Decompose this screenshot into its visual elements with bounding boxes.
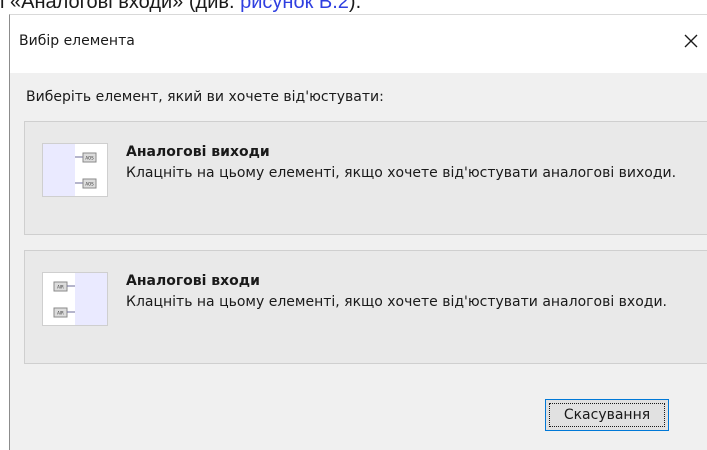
analog-inputs-option[interactable]: AIR AIR Аналогові входи Клацніть на цьом… [24,250,707,364]
thumb-label: AIR [57,285,64,290]
analog-outputs-icon: AOS AOS [42,143,108,197]
document-text-after: ). [348,0,362,13]
thumb-label: AOS [85,156,94,161]
document-text-before: і «Аналогові входи» (див. [0,0,241,13]
option-description: Клацніть на цьому елементі, якщо хочете … [126,294,667,310]
thumb-label: AIR [57,311,64,316]
select-element-dialog: Вибір елемента Виберіть елемент, який ви… [9,14,707,450]
dialog-titlebar: Вибір елемента [10,15,707,73]
close-icon [684,34,698,48]
analog-outputs-option[interactable]: AOS AOS Аналогові виходи Клацніть на цьо… [24,121,707,235]
analog-inputs-icon: AIR AIR [42,272,108,326]
option-title: Аналогові входи [126,273,260,289]
close-button[interactable] [677,27,705,55]
dialog-title: Вибір елемента [19,33,135,49]
figure-link[interactable]: рисунок В.2 [240,0,349,13]
option-description: Клацніть на цьому елементі, якщо хочете … [126,165,677,181]
thumb-label: AOS [85,182,94,187]
cancel-button-label: Скасування [563,407,651,423]
cancel-button[interactable]: Скасування [545,399,669,431]
dialog-prompt: Виберіть елемент, який ви хочете від'юст… [26,89,384,105]
document-text-line: і «Аналогові входи» (див. рисунок В.2). [0,0,361,13]
option-title: Аналогові виходи [126,144,270,160]
